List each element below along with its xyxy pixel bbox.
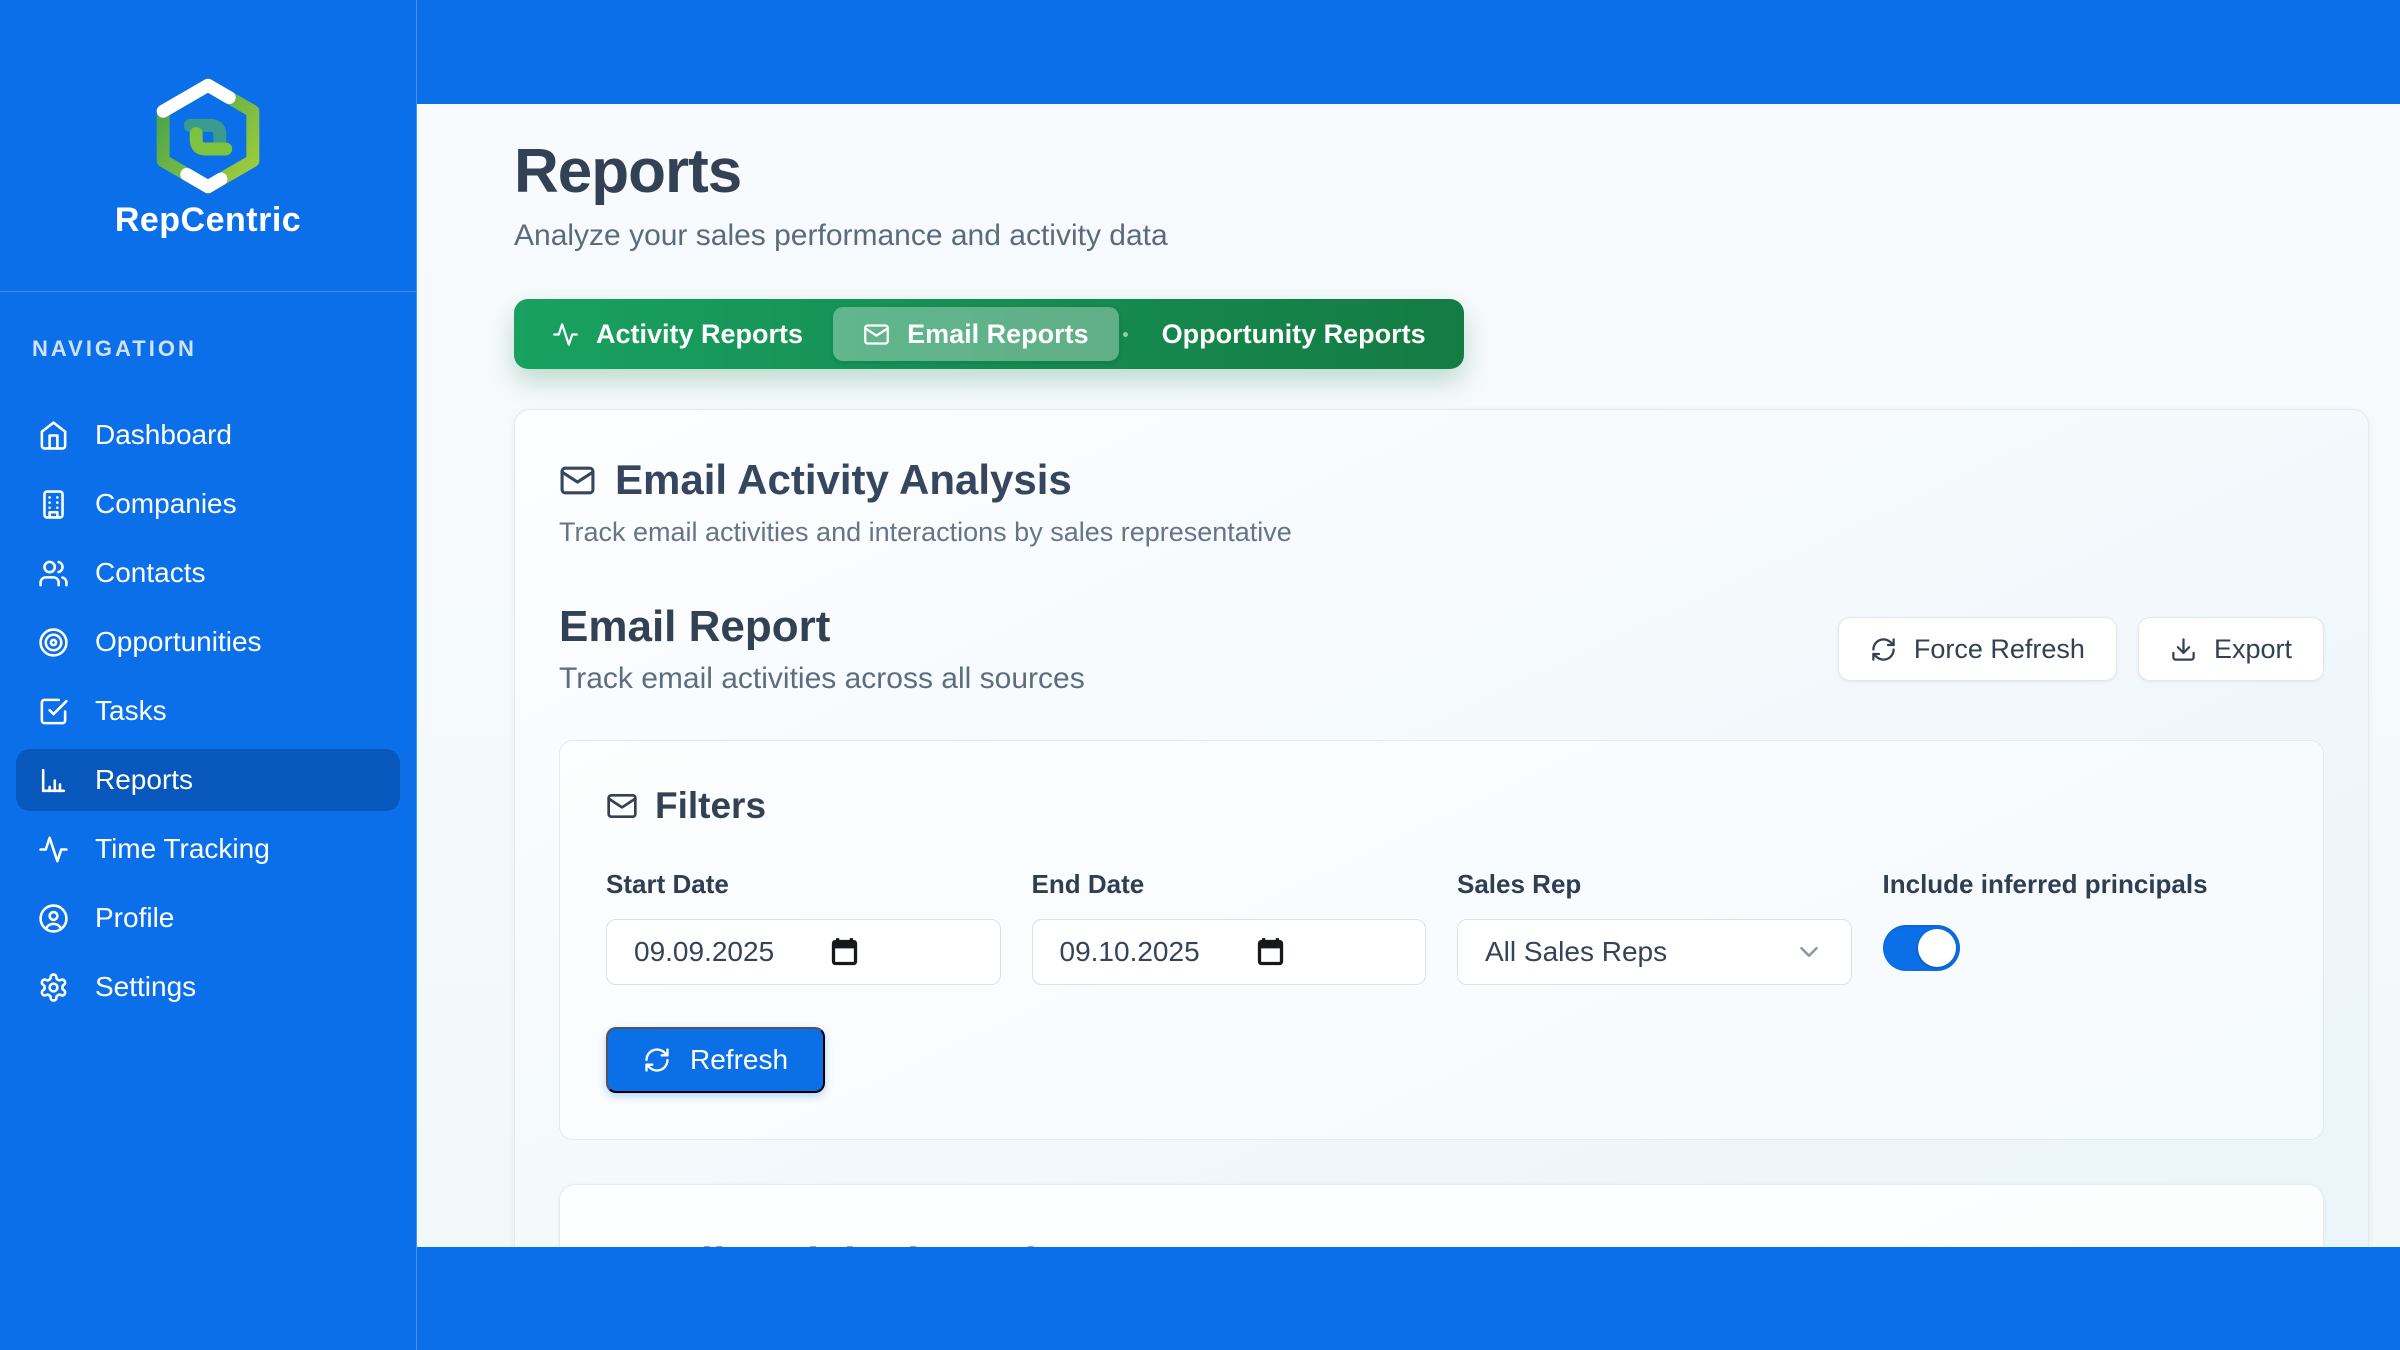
sidebar-item-time-tracking[interactable]: Time Tracking bbox=[16, 818, 400, 880]
sidebar-item-label: Reports bbox=[95, 764, 193, 796]
app-root: RepCentric NAVIGATION Dashboard Companie… bbox=[0, 0, 2400, 1350]
tab-label: Activity Reports bbox=[596, 319, 803, 350]
chevron-down-icon bbox=[1794, 937, 1824, 967]
report-tabs: Activity Reports Email Reports Opportuni… bbox=[514, 299, 1464, 369]
gear-icon bbox=[38, 972, 69, 1003]
sidebar-item-label: Contacts bbox=[95, 557, 206, 589]
tab-separator-dot bbox=[1123, 332, 1128, 337]
email-activity-by-rep-title: Email Activity by Sales Rep bbox=[608, 1239, 2275, 1247]
tab-label: Opportunity Reports bbox=[1162, 319, 1426, 350]
start-date-input[interactable]: 09.09.2025 bbox=[606, 919, 1001, 985]
tab-label: Email Reports bbox=[907, 319, 1089, 350]
activity-icon bbox=[38, 834, 69, 865]
building-icon bbox=[38, 489, 69, 520]
filters-grid: Start Date 09.09.2025 End Date 09.10.202… bbox=[606, 869, 2277, 985]
activity-icon bbox=[552, 321, 579, 348]
sales-rep-label: Sales Rep bbox=[1457, 869, 1852, 900]
refresh-label: Refresh bbox=[690, 1044, 788, 1076]
sidebar-nav: NAVIGATION Dashboard Companies Contacts … bbox=[0, 292, 416, 1018]
sidebar-item-reports[interactable]: Reports bbox=[16, 749, 400, 811]
check-square-icon bbox=[38, 696, 69, 727]
users-icon bbox=[38, 558, 69, 589]
refresh-button[interactable]: Refresh bbox=[606, 1027, 825, 1093]
toggle-knob bbox=[1918, 929, 1956, 967]
page-title: Reports bbox=[514, 136, 2369, 207]
refresh-icon bbox=[1870, 636, 1897, 663]
panel-subtitle: Track email activities and interactions … bbox=[559, 517, 2324, 548]
calendar-icon[interactable] bbox=[828, 936, 861, 969]
sidebar-item-dashboard[interactable]: Dashboard bbox=[16, 404, 400, 466]
end-date-input[interactable]: 09.10.2025 bbox=[1032, 919, 1427, 985]
inferred-principals-label: Include inferred principals bbox=[1883, 869, 2278, 900]
end-date-label: End Date bbox=[1032, 869, 1427, 900]
force-refresh-label: Force Refresh bbox=[1914, 634, 2085, 665]
panel-title: Email Activity Analysis bbox=[615, 456, 1072, 504]
start-date-label: Start Date bbox=[606, 869, 1001, 900]
page-subtitle: Analyze your sales performance and activ… bbox=[514, 219, 2369, 253]
end-date-value: 09.10.2025 bbox=[1060, 936, 1200, 968]
mail-icon bbox=[863, 321, 890, 348]
tab-email-reports[interactable]: Email Reports bbox=[833, 307, 1119, 361]
filters-header: Filters bbox=[606, 785, 2277, 827]
sidebar-item-label: Settings bbox=[95, 971, 196, 1003]
mail-icon bbox=[559, 462, 596, 499]
user-circle-icon bbox=[38, 903, 69, 934]
sidebar-item-profile[interactable]: Profile bbox=[16, 887, 400, 949]
sidebar-item-label: Opportunities bbox=[95, 626, 262, 658]
report-title: Email Report bbox=[559, 602, 1085, 652]
report-header-row: Email Report Track email activities acro… bbox=[559, 602, 2324, 696]
sidebar-item-tasks[interactable]: Tasks bbox=[16, 680, 400, 742]
filters-card: Filters Start Date 09.09.2025 End Date 0… bbox=[559, 740, 2324, 1140]
home-icon bbox=[38, 420, 69, 451]
sidebar-item-label: Profile bbox=[95, 902, 174, 934]
inferred-principals-toggle[interactable] bbox=[1883, 925, 1960, 971]
calendar-icon[interactable] bbox=[1254, 936, 1287, 969]
end-date-group: End Date 09.10.2025 bbox=[1032, 869, 1427, 985]
filters-title: Filters bbox=[655, 785, 766, 827]
nav-section-label: NAVIGATION bbox=[16, 336, 400, 362]
force-refresh-button[interactable]: Force Refresh bbox=[1838, 617, 2117, 681]
start-date-group: Start Date 09.09.2025 bbox=[606, 869, 1001, 985]
mail-icon bbox=[606, 790, 638, 822]
main-content: Reports Analyze your sales performance a… bbox=[417, 104, 2400, 1247]
sidebar-item-label: Time Tracking bbox=[95, 833, 270, 865]
sidebar-item-companies[interactable]: Companies bbox=[16, 473, 400, 535]
sidebar: RepCentric NAVIGATION Dashboard Companie… bbox=[0, 0, 417, 1350]
panel-header: Email Activity Analysis bbox=[559, 456, 2324, 504]
start-date-value: 09.09.2025 bbox=[634, 936, 774, 968]
sidebar-item-label: Companies bbox=[95, 488, 237, 520]
refresh-icon bbox=[643, 1046, 671, 1074]
download-icon bbox=[2170, 636, 2197, 663]
report-heading-block: Email Report Track email activities acro… bbox=[559, 602, 1085, 696]
sales-rep-group: Sales Rep All Sales Reps bbox=[1457, 869, 1852, 985]
sidebar-item-settings[interactable]: Settings bbox=[16, 956, 400, 1018]
export-label: Export bbox=[2214, 634, 2292, 665]
bar-chart-icon bbox=[38, 765, 69, 796]
sidebar-item-opportunities[interactable]: Opportunities bbox=[16, 611, 400, 673]
sidebar-item-label: Tasks bbox=[95, 695, 167, 727]
brand-block: RepCentric bbox=[0, 0, 416, 292]
report-actions: Force Refresh Export bbox=[1838, 617, 2324, 681]
tab-opportunity-reports[interactable]: Opportunity Reports bbox=[1132, 307, 1456, 361]
report-subtitle: Track email activities across all source… bbox=[559, 662, 1085, 696]
email-activity-analysis-panel: Email Activity Analysis Track email acti… bbox=[514, 409, 2369, 1247]
inferred-principals-group: Include inferred principals bbox=[1883, 869, 2278, 985]
sidebar-item-contacts[interactable]: Contacts bbox=[16, 542, 400, 604]
brand-name: RepCentric bbox=[115, 201, 301, 240]
sidebar-item-label: Dashboard bbox=[95, 419, 232, 451]
export-button[interactable]: Export bbox=[2138, 617, 2324, 681]
sales-rep-value: All Sales Reps bbox=[1485, 936, 1667, 968]
hexagon-logo-icon bbox=[149, 77, 267, 195]
target-icon bbox=[38, 627, 69, 658]
sales-rep-select[interactable]: All Sales Reps bbox=[1457, 919, 1852, 985]
tab-activity-reports[interactable]: Activity Reports bbox=[522, 307, 833, 361]
email-activity-by-rep-card: Email Activity by Sales Rep Summary of e… bbox=[559, 1184, 2324, 1247]
